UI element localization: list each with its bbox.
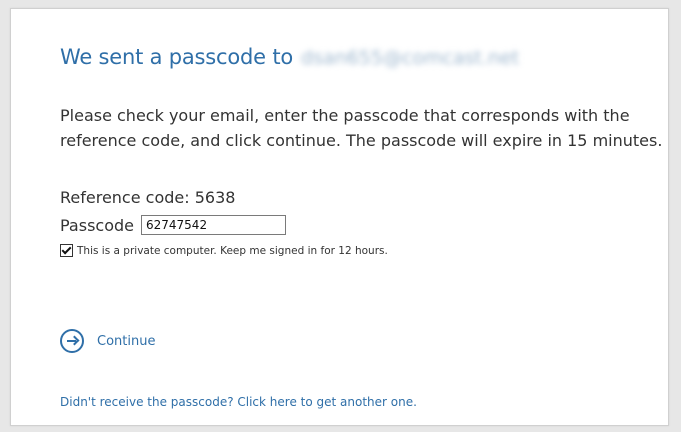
reference-code: Reference code: 5638 bbox=[60, 188, 236, 207]
keep-signed-in-row: This is a private computer. Keep me sign… bbox=[60, 244, 388, 257]
continue-label: Continue bbox=[97, 333, 156, 349]
page-title: We sent a passcode to dsan655@comcast.net bbox=[60, 45, 519, 69]
resend-passcode-link[interactable]: Didn't receive the passcode? Click here … bbox=[60, 395, 417, 409]
redacted-email: dsan655@comcast.net bbox=[301, 47, 520, 69]
arrow-right-circle-icon bbox=[60, 329, 84, 353]
keep-signed-in-checkbox[interactable] bbox=[60, 244, 73, 257]
continue-button[interactable]: Continue bbox=[60, 329, 155, 353]
passcode-input[interactable] bbox=[141, 215, 286, 235]
passcode-label: Passcode bbox=[60, 215, 134, 235]
title-text: We sent a passcode to bbox=[60, 45, 294, 69]
instructions-text: Please check your email, enter the passc… bbox=[60, 106, 663, 150]
passcode-panel: We sent a passcode to dsan655@comcast.net… bbox=[10, 8, 669, 426]
keep-signed-in-label: This is a private computer. Keep me sign… bbox=[77, 244, 388, 257]
passcode-row: Passcode bbox=[60, 215, 286, 235]
